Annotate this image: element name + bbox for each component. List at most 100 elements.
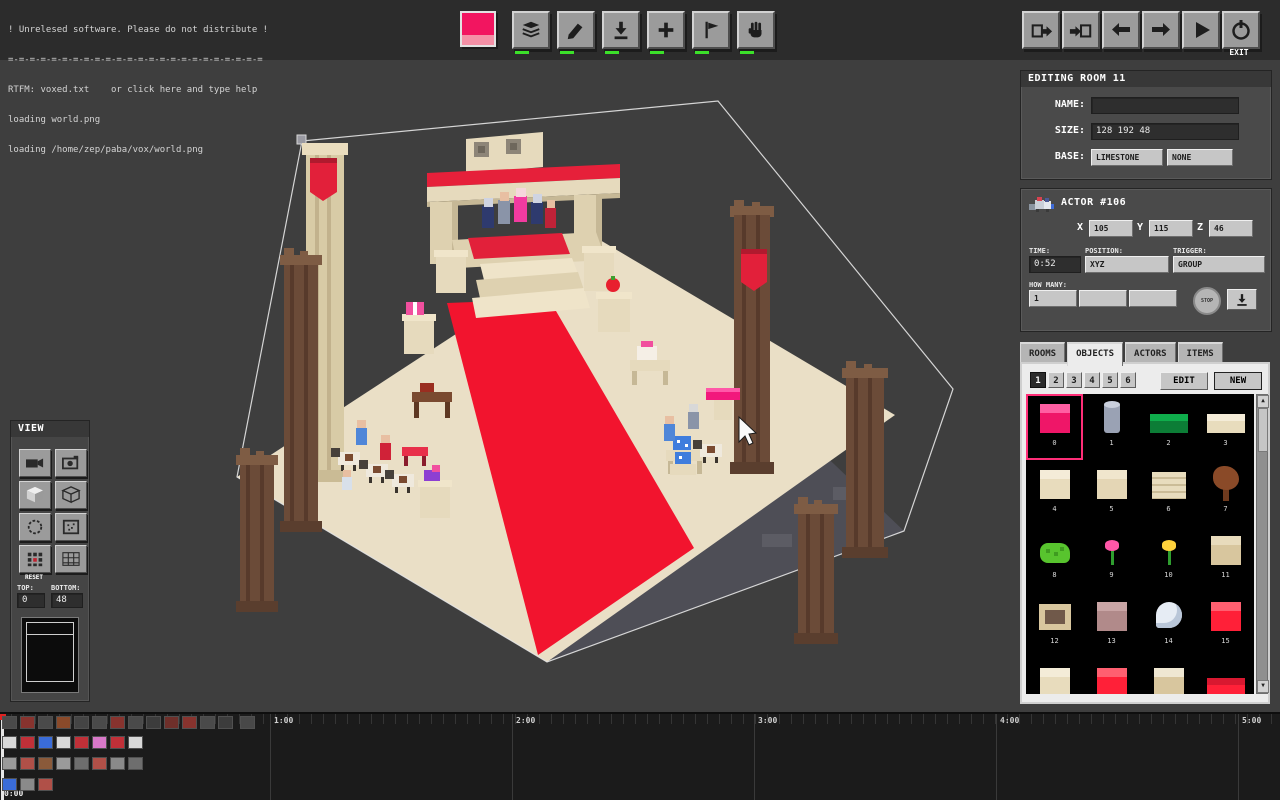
base-secondary-button[interactable]: NONE	[1167, 149, 1233, 166]
scroll-up-button[interactable]	[1257, 395, 1269, 408]
bottom-field[interactable]: 48	[51, 593, 83, 608]
timeline-frame-thumb[interactable]	[92, 736, 107, 749]
timeline-frame-thumb[interactable]	[128, 757, 143, 770]
ghost-view-button[interactable]	[19, 513, 51, 541]
wireframe-corner-handle[interactable]	[297, 135, 306, 144]
size-field[interactable]: 128 192 48	[1091, 123, 1239, 140]
object-item-9[interactable]: 9	[1083, 526, 1140, 592]
timeline-frame-thumb[interactable]	[56, 736, 71, 749]
edit-button[interactable]: EDIT	[1160, 372, 1208, 390]
timeline-frame-thumb[interactable]	[164, 716, 179, 729]
spawn-button[interactable]	[1227, 289, 1257, 310]
page-button-6[interactable]: 6	[1120, 372, 1136, 388]
object-item-2[interactable]: 2	[1140, 394, 1197, 460]
object-item-11[interactable]: 11	[1197, 526, 1254, 592]
timeline-frame-thumb[interactable]	[20, 778, 35, 791]
objects-scrollbar[interactable]	[1256, 394, 1268, 694]
tab-actors[interactable]: ACTORS	[1125, 342, 1176, 364]
timeline-frame-thumb[interactable]	[2, 716, 17, 729]
timeline-frame-thumb[interactable]	[56, 716, 71, 729]
movie-camera-button[interactable]	[19, 449, 51, 477]
timeline-frame-thumb[interactable]	[92, 716, 107, 729]
reset-grid-button[interactable]	[19, 545, 51, 573]
x-field[interactable]: 105	[1089, 220, 1133, 237]
top-field[interactable]: 0	[17, 593, 45, 608]
volume-tool-button[interactable]	[512, 11, 550, 49]
timeline-frame-thumb[interactable]	[20, 757, 35, 770]
slice-preview[interactable]	[21, 617, 79, 693]
timeline[interactable]: 0:00 1:002:003:004:005:00	[0, 712, 1280, 800]
page-button-5[interactable]: 5	[1102, 372, 1118, 388]
object-item-18[interactable]: 18	[1140, 658, 1197, 694]
time-field[interactable]: 0:52	[1029, 256, 1081, 273]
grid-view-button[interactable]	[55, 545, 87, 573]
scrollbar-thumb[interactable]	[1258, 408, 1268, 452]
trigger-field[interactable]: GROUP	[1173, 256, 1265, 273]
object-item-4[interactable]: 4	[1026, 460, 1083, 526]
timeline-frame-thumb[interactable]	[20, 716, 35, 729]
how-many-field-2[interactable]	[1079, 290, 1127, 307]
page-button-3[interactable]: 3	[1066, 372, 1082, 388]
name-input[interactable]	[1091, 97, 1239, 114]
timeline-frame-thumb[interactable]	[38, 736, 53, 749]
tab-items[interactable]: ITEMS	[1178, 342, 1223, 364]
scroll-down-button[interactable]	[1257, 680, 1269, 693]
tab-objects[interactable]: OBJECTS	[1067, 342, 1123, 366]
object-item-7[interactable]: 7	[1197, 460, 1254, 526]
object-item-8[interactable]: 8	[1026, 526, 1083, 592]
object-item-15[interactable]: 15	[1197, 592, 1254, 658]
timeline-frame-thumb[interactable]	[128, 716, 143, 729]
current-color-swatch[interactable]	[460, 11, 496, 47]
timeline-frame-thumb[interactable]	[2, 757, 17, 770]
solid-view-button[interactable]	[19, 481, 51, 509]
page-button-2[interactable]: 2	[1048, 372, 1064, 388]
redo-button[interactable]	[1142, 11, 1180, 49]
object-item-19[interactable]: 19	[1197, 658, 1254, 694]
timeline-frame-thumb[interactable]	[2, 778, 17, 791]
timeline-frame-thumb[interactable]	[92, 757, 107, 770]
timeline-frame-thumb[interactable]	[38, 778, 53, 791]
photo-camera-button[interactable]	[55, 449, 87, 477]
new-button[interactable]: NEW	[1214, 372, 1262, 390]
save-room-button[interactable]	[1022, 11, 1060, 49]
pan-tool-button[interactable]	[737, 11, 775, 49]
timeline-frame-thumb[interactable]	[200, 716, 215, 729]
play-button[interactable]	[1182, 11, 1220, 49]
object-item-1[interactable]: 1	[1083, 394, 1140, 460]
console-log[interactable]: ! Unrelesed software. Please do not dist…	[8, 5, 268, 175]
timeline-frame-thumb[interactable]	[38, 716, 53, 729]
object-item-6[interactable]: 6	[1140, 460, 1197, 526]
timeline-frame-thumb[interactable]	[182, 716, 197, 729]
timeline-frame-thumb[interactable]	[74, 736, 89, 749]
object-item-0[interactable]: 0	[1026, 394, 1083, 460]
timeline-frame-thumb[interactable]	[74, 757, 89, 770]
how-many-field-3[interactable]	[1129, 290, 1177, 307]
z-field[interactable]: 46	[1209, 220, 1253, 237]
timeline-frame-thumb[interactable]	[2, 736, 17, 749]
flag-tool-button[interactable]	[692, 11, 730, 49]
timeline-frame-thumb[interactable]	[240, 716, 255, 729]
stipple-view-button[interactable]	[55, 513, 87, 541]
wireframe-view-button[interactable]	[55, 481, 87, 509]
object-item-10[interactable]: 10	[1140, 526, 1197, 592]
object-item-14[interactable]: 14	[1140, 592, 1197, 658]
object-item-17[interactable]: 17	[1083, 658, 1140, 694]
object-item-3[interactable]: 3	[1197, 394, 1254, 460]
timeline-frame-thumb[interactable]	[128, 736, 143, 749]
timeline-frame-thumb[interactable]	[110, 757, 125, 770]
object-item-12[interactable]: 12	[1026, 592, 1083, 658]
timeline-frame-thumb[interactable]	[110, 736, 125, 749]
add-tool-button[interactable]	[647, 11, 685, 49]
timeline-frame-thumb[interactable]	[38, 757, 53, 770]
exit-button[interactable]	[1222, 11, 1260, 49]
base-primary-button[interactable]: LIMESTONE	[1091, 149, 1163, 166]
tab-rooms[interactable]: ROOMS	[1020, 342, 1065, 364]
object-item-16[interactable]: 16	[1026, 658, 1083, 694]
draw-tool-button[interactable]	[557, 11, 595, 49]
page-button-1[interactable]: 1	[1030, 372, 1046, 388]
timeline-frame-thumb[interactable]	[146, 716, 161, 729]
timeline-frame-thumb[interactable]	[218, 716, 233, 729]
timeline-frame-thumb[interactable]	[56, 757, 71, 770]
undo-button[interactable]	[1102, 11, 1140, 49]
object-item-5[interactable]: 5	[1083, 460, 1140, 526]
